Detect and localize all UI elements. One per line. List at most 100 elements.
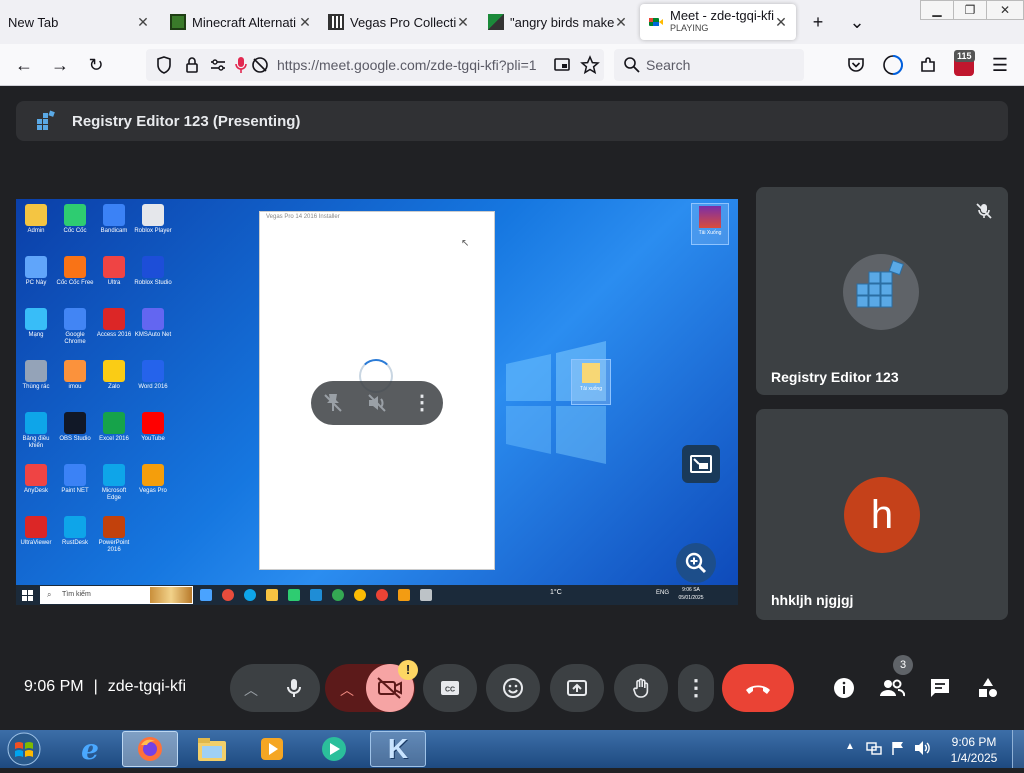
desktop-icon[interactable]: RustDesk	[55, 516, 95, 547]
desktop-icon[interactable]: PowerPoint 2016	[94, 516, 134, 554]
present-button[interactable]	[550, 664, 604, 712]
desktop-icon[interactable]: Thùng rác	[16, 360, 56, 391]
bookmark-star-icon[interactable]	[580, 55, 600, 75]
show-hidden-icons[interactable]: ▲	[845, 741, 855, 752]
tab-angry-birds[interactable]: "angry birds maker ✕	[480, 0, 636, 44]
desktop-icon[interactable]: Excel 2016	[94, 412, 134, 443]
taskbar-explorer[interactable]	[184, 731, 240, 767]
desktop-icon[interactable]: UltraViewer	[16, 516, 56, 547]
audio-off-icon[interactable]	[365, 391, 389, 415]
account-icon[interactable]	[882, 54, 904, 76]
people-icon[interactable]	[879, 676, 906, 700]
captions-button[interactable]: CC	[423, 664, 477, 712]
video-options-chevron-icon[interactable]: ︿	[340, 680, 354, 700]
desktop-icon[interactable]: OBS Studio	[55, 412, 95, 443]
new-tab-button[interactable]: +	[804, 8, 832, 36]
pip-button[interactable]	[682, 445, 720, 483]
close-icon[interactable]: ✕	[298, 14, 312, 31]
desktop-icon[interactable]: Paint NET	[55, 464, 95, 495]
desktop-file-right[interactable]: Tải Xuống	[691, 203, 729, 245]
desktop-icon[interactable]: Bảng điều khiển	[16, 412, 56, 450]
taskbar-ie[interactable]: e	[62, 731, 118, 767]
taskbar-k-app[interactable]: K	[370, 731, 426, 767]
close-icon[interactable]: ✕	[774, 14, 788, 31]
desktop-icon[interactable]: Bandicam	[94, 204, 134, 235]
desktop-folder-mid[interactable]: Tải xuống	[571, 359, 611, 405]
desktop-icon[interactable]: Ultra	[94, 256, 134, 287]
desktop-icon[interactable]: Roblox Player	[133, 204, 173, 235]
back-icon[interactable]: ←	[10, 51, 38, 79]
tab-new-tab[interactable]: New Tab ✕	[0, 0, 158, 44]
pocket-icon[interactable]	[846, 55, 866, 75]
desktop-icon[interactable]: Google Chrome	[55, 308, 95, 346]
end-call-button[interactable]	[722, 664, 794, 712]
more-options-button[interactable]: ⋮	[678, 664, 714, 712]
desktop-icon[interactable]: Word 2016	[133, 360, 173, 391]
more-options-icon[interactable]: ⋮	[410, 391, 434, 415]
tray-clock[interactable]: 9:06 PM 1/4/2025	[946, 734, 1002, 766]
show-desktop-button[interactable]	[1012, 730, 1024, 768]
shield-icon[interactable]	[154, 55, 174, 75]
archive-icon	[699, 206, 721, 228]
start-button[interactable]	[4, 730, 44, 768]
tab-vegas[interactable]: Vegas Pro Collectio ✕	[320, 0, 478, 44]
cursor-icon: ↖	[461, 238, 470, 249]
desktop-icon[interactable]: YouTube	[133, 412, 173, 443]
minimize-icon[interactable]: ▁	[920, 0, 954, 20]
tab-meet[interactable]: Meet - zde-tgqi-kfi PLAYING ✕	[640, 4, 796, 40]
audio-options-chevron-icon[interactable]: ︿	[244, 680, 262, 698]
search-box[interactable]	[614, 49, 804, 81]
restore-icon[interactable]: ❐	[953, 0, 987, 20]
desktop-icon[interactable]: KMSAuto Net	[133, 308, 173, 339]
desktop-icon[interactable]: Admin	[16, 204, 56, 235]
svg-text:CC: CC	[445, 687, 455, 694]
pin-off-icon[interactable]	[321, 391, 345, 415]
desktop-icon[interactable]: Access 2016	[94, 308, 134, 339]
emoji-icon	[503, 678, 523, 698]
volume-icon[interactable]	[914, 740, 932, 756]
taskbar-firefox[interactable]	[122, 731, 178, 767]
desktop-icon-label: Admin	[27, 228, 45, 234]
desktop-icon[interactable]: imou	[55, 360, 95, 391]
desktop-icon[interactable]: AnyDesk	[16, 464, 56, 495]
activities-icon[interactable]	[976, 676, 1000, 700]
warning-badge: !	[398, 660, 418, 680]
tab-list-button[interactable]: ⌄	[843, 8, 871, 36]
microphone-icon[interactable]	[282, 676, 306, 700]
tab-minecraft[interactable]: Minecraft Alternati ✕	[162, 0, 320, 44]
taskbar-media-player[interactable]	[244, 731, 300, 767]
desktop-icon[interactable]: Microsoft Edge	[94, 464, 134, 502]
app-icon	[103, 360, 125, 382]
extensions-icon[interactable]	[918, 55, 938, 75]
desktop-icon[interactable]: PC Này	[16, 256, 56, 287]
close-icon[interactable]: ✕	[136, 14, 150, 31]
desktop-icon[interactable]: Zalo	[94, 360, 134, 391]
lock-icon[interactable]	[182, 55, 202, 75]
screen-share-indicator-icon[interactable]	[552, 55, 572, 75]
permissions-icon[interactable]	[208, 55, 228, 75]
reactions-button[interactable]	[486, 664, 540, 712]
microphone-active-icon[interactable]	[232, 55, 250, 75]
network-icon[interactable]	[866, 740, 882, 756]
shared-search-text: Tìm kiếm	[62, 591, 91, 598]
tab-playing-label: PLAYING	[670, 23, 709, 33]
raise-hand-button[interactable]	[614, 664, 668, 712]
action-center-flag-icon[interactable]	[890, 740, 906, 756]
close-window-icon[interactable]: ✕	[986, 0, 1024, 20]
desktop-icon[interactable]: Mạng	[16, 308, 56, 339]
desktop-icon[interactable]: Cốc Cốc	[55, 204, 95, 235]
meeting-info-icon[interactable]	[832, 676, 856, 700]
desktop-icon[interactable]: Vegas Pro	[133, 464, 173, 495]
url-text[interactable]: https://meet.google.com/zde-tgqi-kfi?pli…	[277, 57, 537, 73]
close-icon[interactable]: ✕	[456, 14, 470, 31]
menu-hamburger-icon[interactable]: ☰	[986, 51, 1014, 79]
reload-icon[interactable]: ↻	[82, 51, 110, 79]
chat-icon[interactable]	[928, 676, 952, 700]
taskbar-app-circle[interactable]	[306, 731, 362, 767]
close-icon[interactable]: ✕	[614, 14, 628, 31]
forward-icon[interactable]: →	[46, 51, 74, 79]
desktop-icon[interactable]: Cốc Cốc Free	[55, 256, 95, 287]
zoom-button[interactable]	[676, 543, 716, 583]
autoplay-blocked-icon[interactable]	[250, 55, 270, 75]
desktop-icon[interactable]: Roblox Studio	[133, 256, 173, 287]
